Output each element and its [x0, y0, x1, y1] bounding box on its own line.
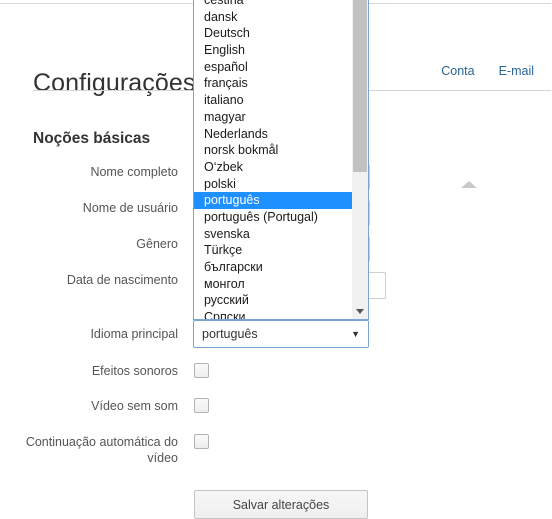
dropdown-option[interactable]: polski [194, 176, 352, 193]
dropdown-option[interactable]: Türkçe [194, 242, 352, 259]
dropdown-option[interactable]: português [194, 192, 352, 209]
save-button[interactable]: Salvar alterações [194, 490, 368, 519]
dropdown-option[interactable]: Deutsch [194, 25, 352, 42]
dropdown-option[interactable]: dansk [194, 9, 352, 26]
dropdown-option[interactable]: svenska [194, 226, 352, 243]
dropdown-option[interactable]: русский [194, 292, 352, 309]
dropdown-option[interactable]: English [194, 42, 352, 59]
primary-language-selected-value: português [202, 327, 258, 341]
label-full-name: Nome completo [90, 165, 178, 179]
dropdown-option[interactable]: português (Portugal) [194, 209, 352, 226]
label-autoplay: Continuação automática do vídeo [25, 435, 178, 465]
autoplay-checkbox[interactable] [194, 434, 209, 449]
dropdown-option[interactable]: magyar [194, 109, 352, 126]
settings-page: Configurações Conta E-mail Noções básica… [0, 0, 552, 519]
page-title: Configurações [33, 68, 196, 97]
scroll-down-arrow-icon[interactable] [352, 303, 368, 319]
dropdown-scrollbar-thumb[interactable] [353, 0, 367, 172]
active-tab-pointer-icon [461, 181, 477, 188]
dropdown-option[interactable]: O‘zbek [194, 159, 352, 176]
dropdown-option[interactable]: Српски [194, 309, 352, 319]
dropdown-option[interactable]: français [194, 75, 352, 92]
tab-list: Conta E-mail [441, 64, 534, 78]
label-primary-language: Idioma principal [90, 327, 178, 341]
tab-conta[interactable]: Conta [441, 64, 474, 78]
dropdown-option[interactable]: norsk bokmål [194, 142, 352, 159]
primary-language-dropdown[interactable]: čeština dansk Deutsch English español françai… [193, 0, 369, 320]
section-title-basics: Noções básicas [33, 129, 151, 147]
label-username: Nome de usuário [82, 201, 178, 215]
dropdown-option[interactable]: čeština [194, 0, 352, 9]
sound-effects-checkbox[interactable] [194, 363, 209, 378]
label-muted-video: Vídeo sem som [91, 399, 178, 413]
label-birthdate: Data de nascimento [66, 273, 178, 287]
tab-email[interactable]: E-mail [499, 64, 534, 78]
dropdown-option[interactable]: español [194, 59, 352, 76]
label-sound-effects: Efeitos sonoros [91, 364, 178, 378]
dropdown-option[interactable]: italiano [194, 92, 352, 109]
primary-language-select[interactable]: português ▼ [193, 320, 369, 348]
dropdown-option[interactable]: Nederlands [194, 126, 352, 143]
muted-video-checkbox[interactable] [194, 398, 209, 413]
dropdown-option[interactable]: монгол [194, 276, 352, 293]
dropdown-scrollbar[interactable] [352, 0, 368, 319]
label-gender: Gênero [136, 237, 178, 251]
dropdown-option[interactable]: български [194, 259, 352, 276]
dropdown-option-list[interactable]: čeština dansk Deutsch English español françai… [194, 0, 352, 319]
chevron-down-icon: ▼ [351, 328, 360, 339]
